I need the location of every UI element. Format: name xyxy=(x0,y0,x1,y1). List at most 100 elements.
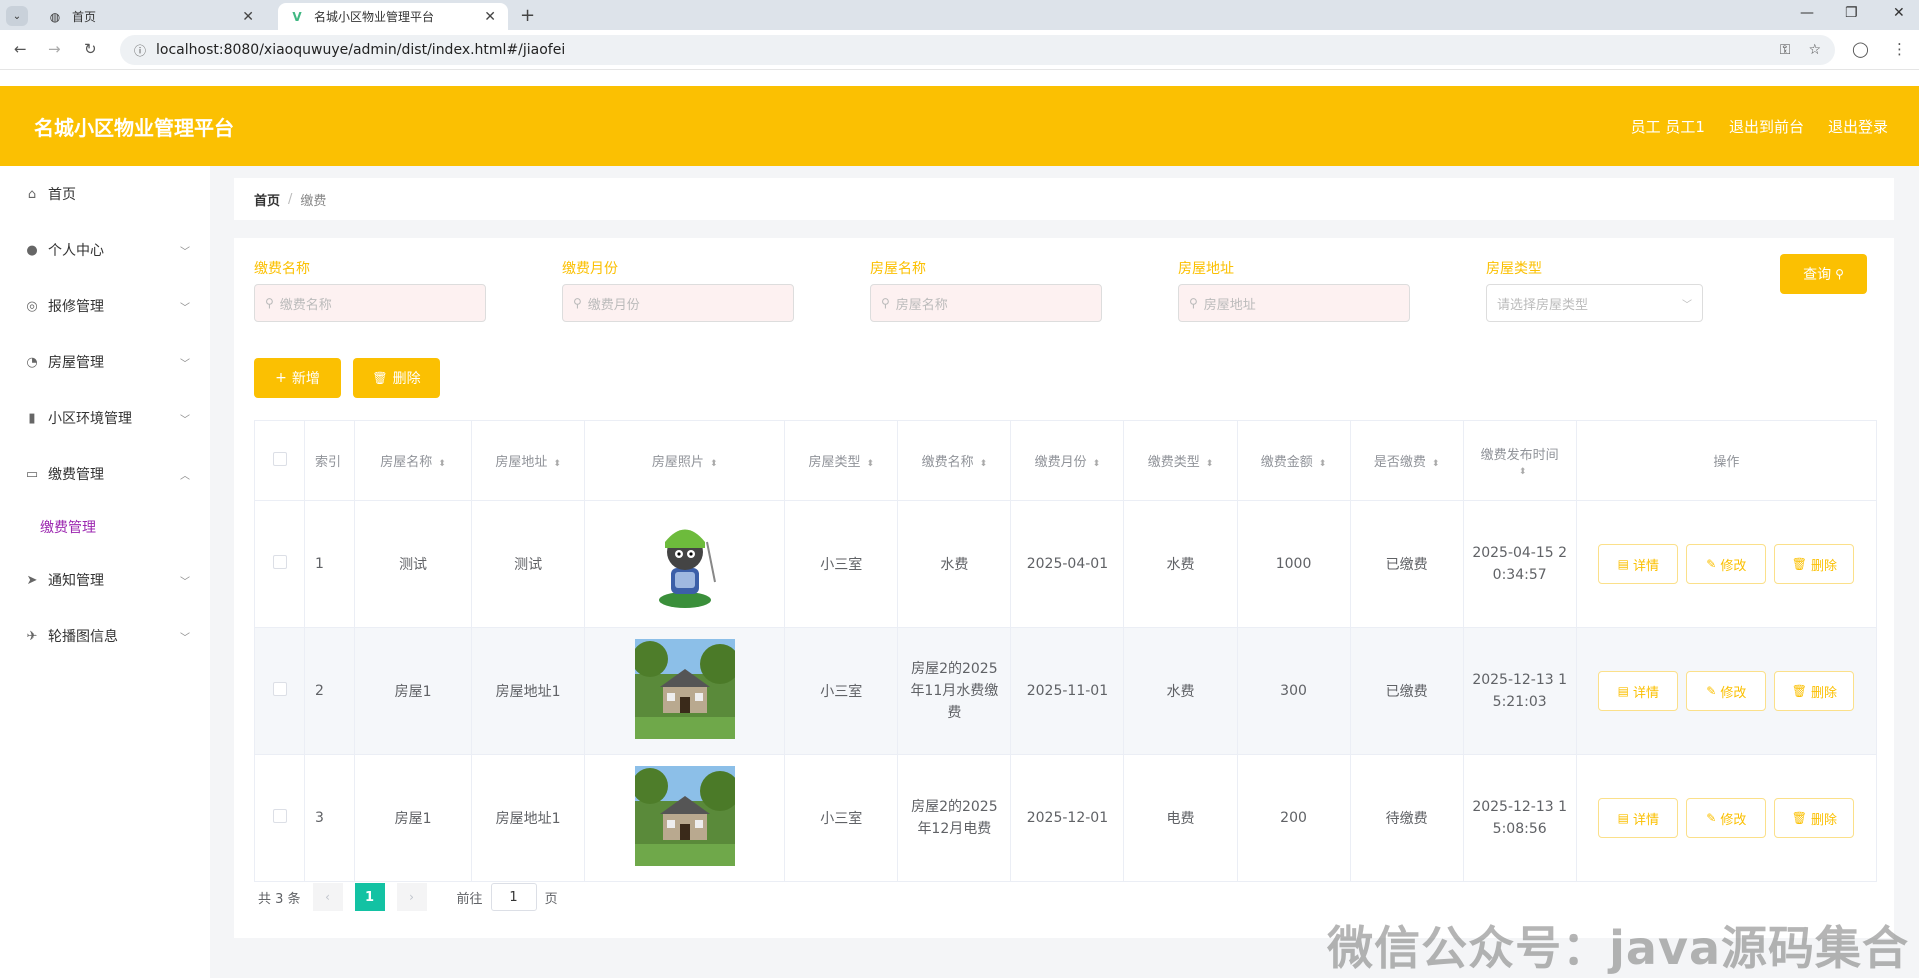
chevron-down-icon: ﹀ xyxy=(180,302,190,314)
sort-icon: ⬍ xyxy=(553,459,561,469)
sidebar-item-personal-center[interactable]: ● 个人中心 ﹀ xyxy=(0,222,210,278)
forward-icon[interactable]: → xyxy=(48,40,61,58)
column-header-fee-name[interactable]: 缴费名称 ⬍ xyxy=(897,420,1012,501)
edit-button[interactable]: ✎ 修改 xyxy=(1686,798,1767,838)
cell-house-type: 小三室 xyxy=(784,500,899,628)
cell-house-photo xyxy=(584,754,786,882)
detail-button[interactable]: ▤ 详情 xyxy=(1598,671,1679,711)
column-header-fee-month[interactable]: 缴费月份 ⬍ xyxy=(1010,420,1125,501)
filter-label: 缴费名称 xyxy=(254,261,310,277)
tab-search-button[interactable]: ⌄ xyxy=(6,6,28,26)
cell-index: 2 xyxy=(304,627,356,755)
cell-fee-month: 2025-11-01 xyxy=(1010,627,1125,755)
add-button[interactable]: + 新增 xyxy=(254,358,341,398)
new-tab-icon[interactable]: + xyxy=(520,5,535,26)
house-photo-cartoon[interactable] xyxy=(635,512,735,612)
close-icon[interactable]: ✕ xyxy=(484,9,496,25)
sidebar-item-carousel[interactable]: ✈ 轮播图信息 ﹀ xyxy=(0,608,210,664)
sidebar-item-house[interactable]: ◔ 房屋管理 ﹀ xyxy=(0,334,210,390)
column-header-house-photo[interactable]: 房屋照片 ⬍ xyxy=(584,420,786,501)
bar-chart-icon: ▮ xyxy=(28,410,36,426)
pagination: 共 3 条 ‹ 1 › 前往 1 页 xyxy=(258,883,558,911)
column-header-house-address[interactable]: 房屋地址 ⬍ xyxy=(471,420,586,501)
sidebar-subitem-payment[interactable]: 缴费管理 xyxy=(0,502,210,552)
query-button-label: 查询 xyxy=(1803,267,1832,283)
sidebar-item-label: 小区环境管理 xyxy=(48,411,132,427)
input-placeholder: 缴费名称 xyxy=(279,297,332,313)
minimize-icon[interactable]: — xyxy=(1800,5,1814,21)
delete-button[interactable]: 🗑 删除 xyxy=(1774,671,1855,711)
edit-button[interactable]: ✎ 修改 xyxy=(1686,671,1767,711)
tab-title: 名城小区物业管理平台 xyxy=(314,10,435,24)
fee-name-input[interactable]: ⚲ 缴费名称 xyxy=(254,284,486,322)
key-icon[interactable]: ⚿ xyxy=(1780,42,1791,58)
row-checkbox[interactable] xyxy=(253,627,306,755)
delete-button[interactable]: 🗑 删除 xyxy=(1774,544,1855,584)
column-header-fee-amount[interactable]: 缴费金额 ⬍ xyxy=(1236,420,1351,501)
back-to-front-link[interactable]: 退出到前台 xyxy=(1729,116,1804,137)
trash-icon: 🗑 xyxy=(1791,811,1807,825)
message-icon: ▭ xyxy=(25,466,39,482)
sidebar-item-home[interactable]: ⌂ 首页 xyxy=(0,166,210,222)
browser-tab-bar: ⌄ ◍ 首页 ✕ V 名城小区物业管理平台 ✕ + — ❐ ✕ xyxy=(0,0,1919,30)
house-type-select[interactable]: 请选择房屋类型 ﹀ xyxy=(1486,284,1703,322)
delete-button[interactable]: 🗑 删除 xyxy=(1774,798,1855,838)
house-address-input[interactable]: ⚲ 房屋地址 xyxy=(1178,284,1410,322)
cell-actions: ▤ 详情 ✎ 修改 🗑 删除 xyxy=(1575,627,1878,755)
settings-icon: ◎ xyxy=(26,298,38,314)
browser-tab-home[interactable]: ◍ 首页 ✕ xyxy=(36,3,266,30)
chevron-down-icon: ﹀ xyxy=(180,576,190,588)
bookmark-star-icon[interactable]: ☆ xyxy=(1808,42,1821,58)
sidebar-item-notice[interactable]: ➤ 通知管理 ﹀ xyxy=(0,552,210,608)
cell-house-address: 房屋地址1 xyxy=(471,627,586,755)
sidebar-item-payment[interactable]: ▭ 缴费管理 ︿ xyxy=(0,446,210,502)
reload-icon[interactable]: ↻ xyxy=(84,40,97,58)
select-all-checkbox[interactable] xyxy=(253,420,306,501)
detail-button[interactable]: ▤ 详情 xyxy=(1598,798,1679,838)
sort-icon: ⬍ xyxy=(709,459,718,469)
search-icon: ⚲ xyxy=(881,296,890,310)
column-header-house-name[interactable]: 房屋名称 ⬍ xyxy=(354,420,473,501)
breadcrumb-home[interactable]: 首页 xyxy=(254,190,280,209)
detail-button[interactable]: ▤ 详情 xyxy=(1598,544,1679,584)
logout-link[interactable]: 退出登录 xyxy=(1828,116,1888,137)
sidebar-item-label: 房屋管理 xyxy=(48,355,104,371)
restore-icon[interactable]: ❐ xyxy=(1845,5,1858,21)
close-icon[interactable]: ✕ xyxy=(242,9,254,25)
sidebar-item-repair[interactable]: ◎ 报修管理 ﹀ xyxy=(0,278,210,334)
column-header-paid[interactable]: 是否缴费 ⬍ xyxy=(1349,420,1464,501)
cell-house-name: 房屋1 xyxy=(354,754,473,882)
site-info-icon[interactable]: ⓘ xyxy=(134,42,146,59)
filter-fee-name: 缴费名称 ⚲ 缴费名称 xyxy=(254,258,486,322)
cell-actions: ▤ 详情 ✎ 修改 🗑 删除 xyxy=(1575,500,1878,628)
cell-paid: 待缴费 xyxy=(1349,754,1464,882)
url-text: localhost:8080/xiaoquwuye/admin/dist/ind… xyxy=(156,42,566,58)
column-header-fee-type[interactable]: 缴费类型 ⬍ xyxy=(1123,420,1238,501)
profile-icon[interactable]: ◯ xyxy=(1852,40,1869,58)
sidebar-item-label: 报修管理 xyxy=(48,299,104,315)
menu-icon[interactable]: ⋮ xyxy=(1892,40,1907,58)
url-field[interactable]: ⓘ localhost:8080/xiaoquwuye/admin/dist/i… xyxy=(120,35,1835,65)
house-photo[interactable] xyxy=(631,766,740,866)
next-page-button[interactable]: › xyxy=(396,883,427,911)
column-header-publish-time[interactable]: 缴费发布时间 ⬍ xyxy=(1462,420,1577,501)
edit-button[interactable]: ✎ 修改 xyxy=(1686,544,1767,584)
goto-page-input[interactable]: 1 xyxy=(490,883,537,911)
row-checkbox[interactable] xyxy=(253,500,306,628)
browser-tab-platform[interactable]: V 名城小区物业管理平台 ✕ xyxy=(278,3,508,30)
window-close-icon[interactable]: ✕ xyxy=(1893,5,1905,21)
back-icon[interactable]: ← xyxy=(14,40,27,58)
house-name-input[interactable]: ⚲ 房屋名称 xyxy=(870,284,1102,322)
prev-page-button[interactable]: ‹ xyxy=(312,883,343,911)
fee-month-input[interactable]: ⚲ 缴费月份 xyxy=(562,284,794,322)
page-number-current[interactable]: 1 xyxy=(354,883,385,911)
document-icon: ▤ xyxy=(1617,557,1629,571)
query-button[interactable]: 查询 ⚲ xyxy=(1780,254,1867,294)
bulk-delete-button[interactable]: 🗑 删除 xyxy=(353,358,440,398)
sidebar-item-environment[interactable]: ▮ 小区环境管理 ﹀ xyxy=(0,390,210,446)
filter-label: 房屋地址 xyxy=(1178,261,1234,277)
cell-publish-time: 2025-12-13 1 5:08:56 xyxy=(1462,754,1577,882)
row-checkbox[interactable] xyxy=(253,754,306,882)
column-header-house-type[interactable]: 房屋类型 ⬍ xyxy=(784,420,899,501)
house-photo[interactable] xyxy=(631,639,740,739)
